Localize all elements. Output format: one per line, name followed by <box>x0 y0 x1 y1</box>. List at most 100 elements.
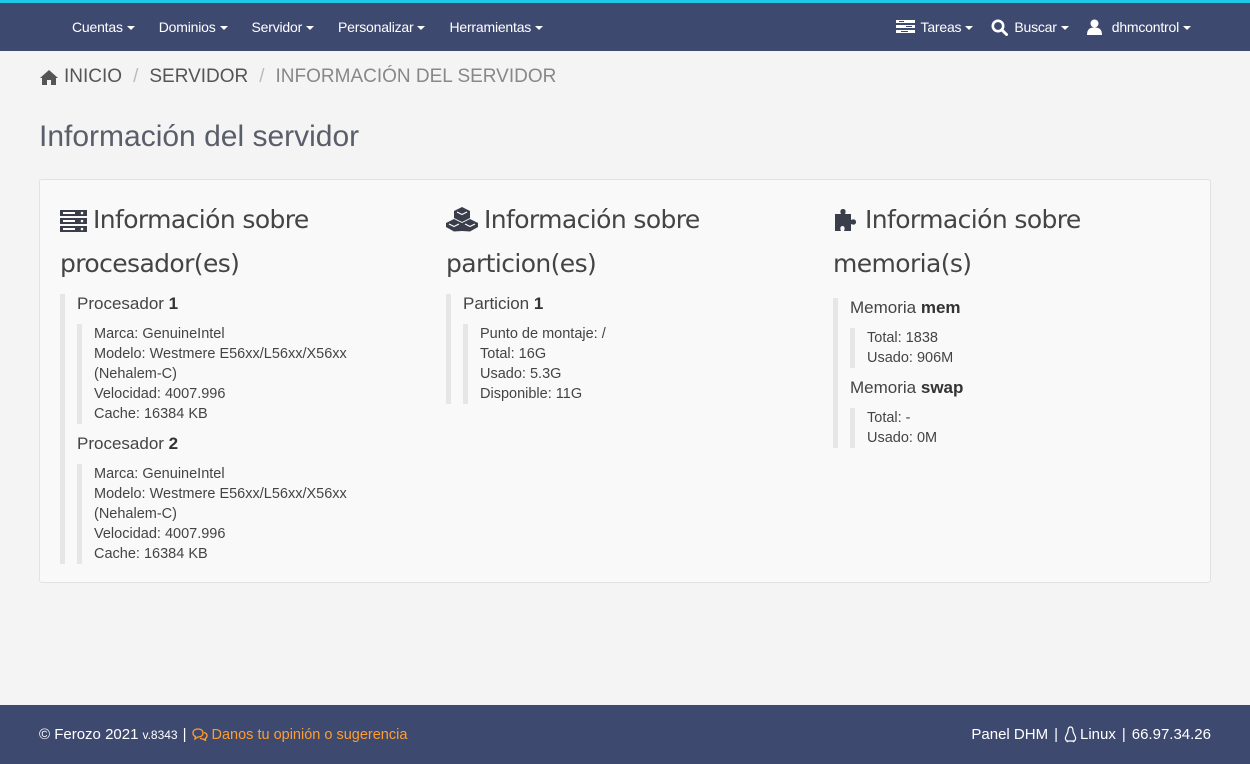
top-navbar: Cuentas Dominios Servidor Personalizar H… <box>0 3 1250 51</box>
menu-dominios[interactable]: Dominios <box>147 3 240 51</box>
memory-label: Memoria <box>850 298 917 317</box>
home-icon <box>39 69 59 86</box>
menu-personalizar[interactable]: Personalizar <box>326 3 437 51</box>
processor-1-title: Procesador 1 <box>77 294 420 314</box>
partition-1-details: Punto de montaje: / Total: 16G Usado: 5.… <box>463 324 806 404</box>
memory-swap-title: Memoria swap <box>850 378 1203 398</box>
tasks-label: Tareas <box>920 19 962 35</box>
footer-separator: | <box>1054 726 1058 743</box>
processor-label: Procesador <box>77 434 164 453</box>
processors-title: Información sobre procesador(es) <box>60 200 420 284</box>
caret-down-icon <box>965 25 974 30</box>
processor-model: Modelo: Westmere E56xx/L56xx/X56xx (Neha… <box>94 346 347 382</box>
breadcrumb: INICIO / SERVIDOR / INFORMACIÓN DEL SERV… <box>39 66 556 88</box>
footer-right: Panel DHM | Linux | 66.97.34.26 <box>971 705 1211 764</box>
memory-name: swap <box>920 378 964 397</box>
feedback-link[interactable]: Danos tu opinión o sugerencia <box>191 726 408 743</box>
caret-down-icon <box>219 25 228 30</box>
menu-cuentas[interactable]: Cuentas <box>60 3 147 51</box>
feedback-label: Danos tu opinión o sugerencia <box>211 726 408 743</box>
footer-separator: | <box>182 726 187 743</box>
menu-servidor-label: Servidor <box>251 19 303 35</box>
caret-down-icon <box>306 25 315 30</box>
memory-name: mem <box>920 298 961 317</box>
caret-down-icon <box>126 25 135 30</box>
processor-number: 1 <box>168 294 179 313</box>
partitions-title-text: Información sobre particion(es) <box>446 205 700 278</box>
server-ip: 66.97.34.26 <box>1131 726 1211 743</box>
partitions-title: Información sobre particion(es) <box>446 200 806 284</box>
main-menu: Cuentas Dominios Servidor Personalizar H… <box>60 3 555 51</box>
breadcrumb-separator: / <box>259 66 265 87</box>
caret-down-icon <box>417 25 426 30</box>
user-label: dhmcontrol <box>1111 19 1179 35</box>
partition-available: Disponible: 11G <box>480 386 583 402</box>
partition-total: Total: 16G <box>480 346 547 362</box>
menu-cuentas-label: Cuentas <box>72 19 123 35</box>
menu-personalizar-label: Personalizar <box>338 19 414 35</box>
caret-down-icon <box>1183 25 1191 30</box>
partition-used: Usado: 5.3G <box>480 366 562 382</box>
tasks-icon <box>895 20 915 34</box>
memory-title-text: Información sobre memoria(s) <box>833 205 1081 278</box>
processor-2-details: Marca: GenuineIntel Modelo: Westmere E56… <box>77 464 420 564</box>
processors-list: Procesador 1 Marca: GenuineIntel Modelo:… <box>60 294 420 564</box>
memory-total: Total: 1838 <box>867 330 938 346</box>
server-info-card: Información sobre procesador(es) Procesa… <box>39 179 1211 583</box>
processor-speed: Velocidad: 4007.996 <box>94 386 226 402</box>
os-name: Linux <box>1079 726 1116 743</box>
processor-cache: Cache: 16384 KB <box>94 546 208 562</box>
processor-2-title: Procesador 2 <box>77 434 420 454</box>
cubes-icon <box>446 204 478 244</box>
version: v.8343 <box>142 727 178 742</box>
partitions-section: Información sobre particion(es) Particio… <box>446 200 806 404</box>
processor-number: 2 <box>168 434 179 453</box>
server-icon <box>60 204 87 244</box>
user-menu-area: Tareas Buscar dhmcontrol <box>887 3 1200 51</box>
menu-herramientas-label: Herramientas <box>449 19 532 35</box>
memory-title: Información sobre memoria(s) <box>833 200 1203 284</box>
breadcrumb-home[interactable]: INICIO <box>64 66 122 88</box>
memory-used: Usado: 0M <box>867 430 938 446</box>
linux-icon <box>1064 726 1077 743</box>
breadcrumb-separator: / <box>133 66 139 87</box>
search-label: Buscar <box>1014 19 1057 35</box>
copyright: © Ferozo 2021 <box>39 726 139 743</box>
search-menu[interactable]: Buscar <box>982 3 1077 51</box>
memory-mem-title: Memoria mem <box>850 298 1203 318</box>
panel-name: Panel DHM <box>971 726 1049 743</box>
processor-cache: Cache: 16384 KB <box>94 406 208 422</box>
memory-section: Información sobre memoria(s) Memoria mem… <box>833 200 1203 448</box>
search-icon <box>991 19 1009 36</box>
menu-dominios-label: Dominios <box>158 19 216 35</box>
breadcrumb-servidor[interactable]: SERVIDOR <box>149 66 248 88</box>
processors-title-text: Información sobre procesador(es) <box>60 205 309 278</box>
partition-1-title: Particion 1 <box>463 294 806 314</box>
partition-mount: Punto de montaje: / <box>480 326 606 342</box>
comments-icon <box>191 728 208 741</box>
breadcrumb-current: INFORMACIÓN DEL SERVIDOR <box>275 66 557 87</box>
memory-list: Memoria mem Total: 1838 Usado: 906M Memo… <box>833 298 1203 448</box>
user-icon <box>1086 19 1102 35</box>
processor-brand: Marca: GenuineIntel <box>94 466 225 482</box>
memory-label: Memoria <box>850 378 917 397</box>
processor-label: Procesador <box>77 294 164 313</box>
footer-left: © Ferozo 2021 v.8343 | Danos tu opinión … <box>39 705 407 764</box>
page-title: Información del servidor <box>39 120 360 153</box>
processors-section: Información sobre procesador(es) Procesa… <box>60 200 420 564</box>
processor-1-details: Marca: GenuineIntel Modelo: Westmere E56… <box>77 324 420 424</box>
menu-herramientas[interactable]: Herramientas <box>437 3 555 51</box>
partition-label: Particion <box>463 294 530 313</box>
partitions-list: Particion 1 Punto de montaje: / Total: 1… <box>446 294 806 404</box>
footer: © Ferozo 2021 v.8343 | Danos tu opinión … <box>0 705 1250 764</box>
partition-number: 1 <box>533 294 544 313</box>
caret-down-icon <box>535 25 544 30</box>
memory-total: Total: - <box>867 410 911 426</box>
memory-used: Usado: 906M <box>867 350 954 366</box>
caret-down-icon <box>1060 25 1069 30</box>
tasks-menu[interactable]: Tareas <box>887 3 983 51</box>
menu-servidor[interactable]: Servidor <box>240 3 327 51</box>
memory-swap-details: Total: - Usado: 0M <box>850 408 1203 448</box>
user-menu[interactable]: dhmcontrol <box>1078 3 1200 51</box>
puzzle-icon <box>833 204 859 244</box>
